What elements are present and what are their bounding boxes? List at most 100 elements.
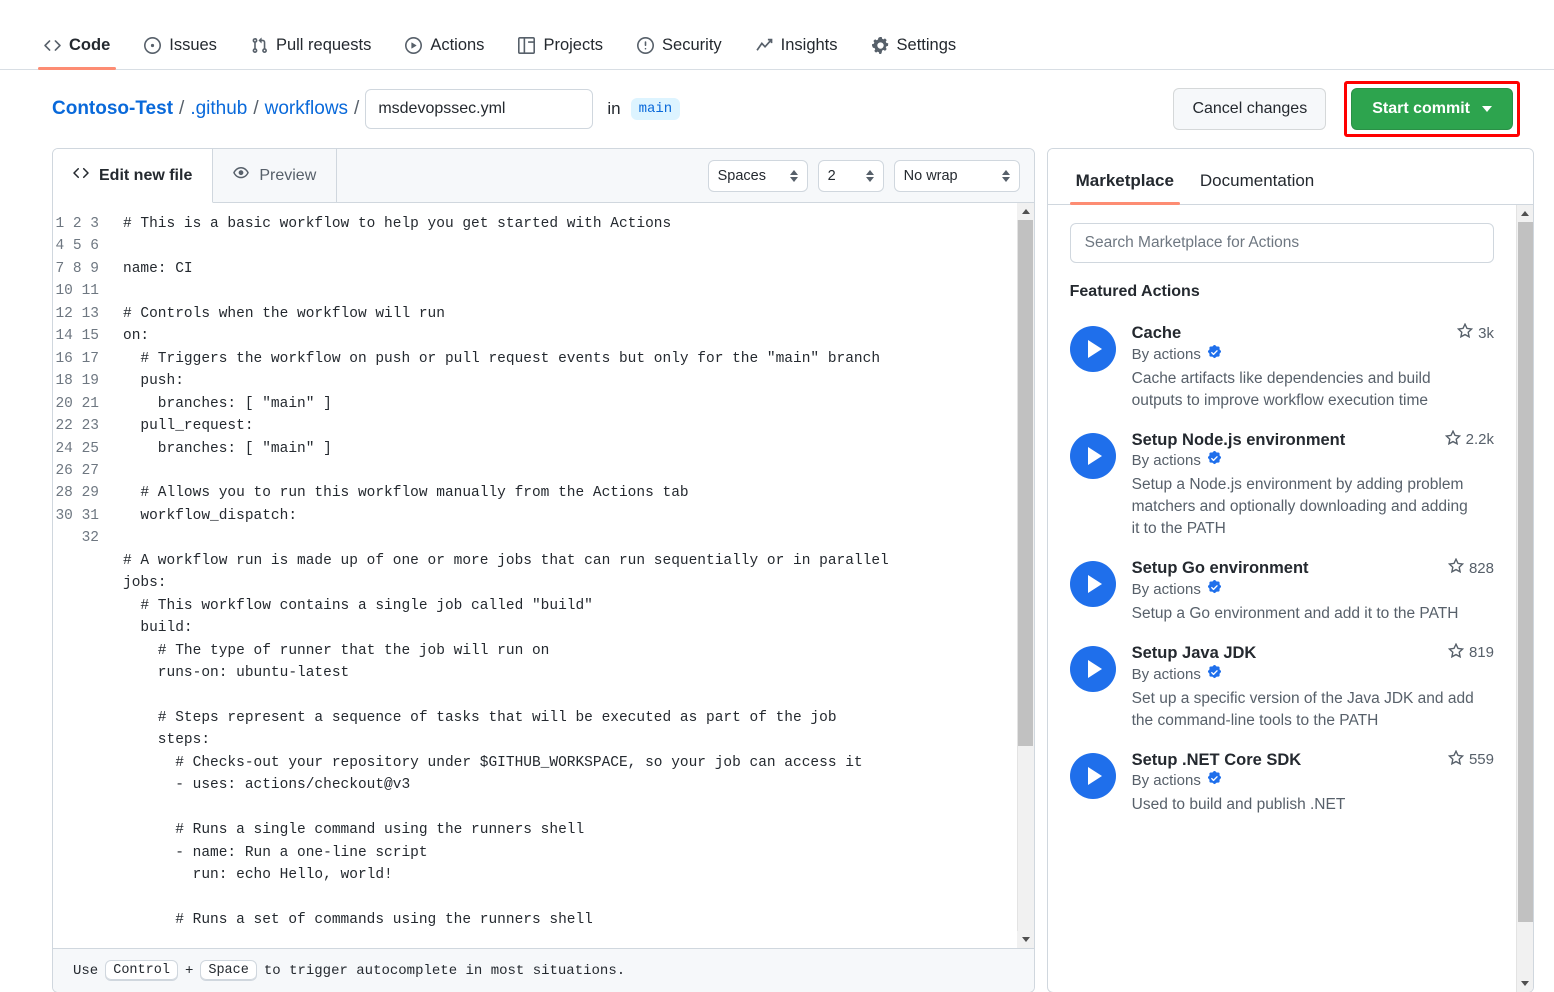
marketplace-action-card[interactable]: Setup Node.js environment2.2kBy actionsS… — [1070, 418, 1494, 547]
cancel-changes-button[interactable]: Cancel changes — [1173, 88, 1326, 130]
scroll-up-arrow-icon[interactable] — [1017, 203, 1034, 220]
editor-vertical-scrollbar[interactable] — [1017, 203, 1034, 948]
code-text[interactable]: # This is a basic workflow to help you g… — [111, 213, 1017, 948]
action-author-label: By actions — [1132, 666, 1201, 683]
action-play-icon — [1070, 326, 1116, 372]
scrollbar-track[interactable] — [1018, 220, 1033, 931]
star-count-label: 828 — [1469, 560, 1494, 577]
marketplace-vertical-scrollbar[interactable] — [1516, 205, 1533, 992]
nav-item-label: Insights — [781, 36, 838, 55]
kbd-control: Control — [105, 960, 178, 981]
chevron-updown-icon — [790, 170, 798, 182]
nav-item-label: Projects — [543, 36, 603, 55]
action-title[interactable]: Setup Node.js environment — [1132, 430, 1437, 451]
side-panel-tab-bar: Marketplace Documentation — [1048, 149, 1533, 205]
nav-item-projects[interactable]: Projects — [508, 36, 613, 69]
scrollbar-thumb[interactable] — [1518, 222, 1533, 922]
nav-item-code[interactable]: Code — [34, 36, 120, 69]
scroll-down-arrow-icon[interactable] — [1017, 931, 1034, 948]
action-title[interactable]: Setup Go environment — [1132, 558, 1440, 579]
tab-label: Documentation — [1200, 171, 1314, 190]
chevron-updown-icon — [1002, 170, 1010, 182]
scroll-up-arrow-icon[interactable] — [1517, 205, 1534, 222]
action-star-count: 2.2k — [1445, 430, 1494, 450]
star-icon — [1445, 430, 1461, 450]
scroll-down-arrow-icon[interactable] — [1517, 975, 1534, 992]
nav-item-label: Issues — [169, 36, 217, 55]
action-description: Set up a specific version of the Java JD… — [1132, 688, 1477, 732]
marketplace-search-input[interactable] — [1070, 223, 1494, 263]
tab-label: Preview — [259, 167, 316, 185]
filename-input[interactable] — [365, 89, 593, 129]
nav-item-pull-requests[interactable]: Pull requests — [241, 36, 381, 69]
git-pull-request-icon — [251, 37, 268, 54]
file-editor-card: Edit new file Preview Spaces 2 No wrap — [52, 148, 1035, 992]
in-label: in — [607, 99, 620, 119]
star-icon — [1448, 750, 1464, 770]
nav-item-label: Security — [662, 36, 722, 55]
tab-preview[interactable]: Preview — [213, 149, 337, 202]
action-star-count: 3k — [1457, 323, 1494, 343]
action-description: Setup a Go environment and add it to the… — [1132, 603, 1477, 625]
nav-item-actions[interactable]: Actions — [395, 36, 494, 69]
action-description: Setup a Node.js environment by adding pr… — [1132, 474, 1477, 540]
chevron-down-icon — [1482, 106, 1492, 112]
marketplace-action-card[interactable]: Setup Go environment828By actionsSetup a… — [1070, 546, 1494, 631]
hint-use-label: Use — [73, 963, 98, 979]
action-play-icon — [1070, 433, 1116, 479]
action-play-icon — [1070, 561, 1116, 607]
main-content: Edit new file Preview Spaces 2 No wrap — [0, 148, 1554, 992]
tab-label: Marketplace — [1076, 171, 1174, 190]
start-commit-button[interactable]: Start commit — [1351, 88, 1513, 130]
star-count-label: 3k — [1478, 325, 1494, 342]
nav-item-security[interactable]: Security — [627, 36, 732, 69]
play-icon — [405, 37, 422, 54]
tab-documentation[interactable]: Documentation — [1194, 171, 1320, 204]
marketplace-action-card[interactable]: Setup Java JDK 819 By actions Set up a spec… — [1070, 631, 1494, 738]
action-author-label: By actions — [1132, 772, 1201, 789]
breadcrumb: Contoso-Test / .github / workflows / — [52, 98, 359, 120]
scrollbar-thumb[interactable] — [1018, 220, 1033, 746]
breadcrumb-repo-link[interactable]: Contoso-Test — [52, 98, 173, 120]
action-author: By actions — [1132, 665, 1494, 684]
wrap-mode-select[interactable]: No wrap — [894, 160, 1020, 192]
action-star-count: 819 — [1448, 643, 1494, 663]
file-path-bar: Contoso-Test / .github / workflows / in … — [0, 70, 1554, 148]
tab-marketplace[interactable]: Marketplace — [1070, 171, 1180, 204]
code-icon — [73, 165, 89, 186]
eye-icon — [233, 165, 249, 186]
editor-tools: Spaces 2 No wrap — [708, 149, 1034, 202]
gear-icon — [872, 37, 889, 54]
verified-badge-icon — [1207, 345, 1222, 364]
nav-item-issues[interactable]: Issues — [134, 36, 227, 69]
editor-tab-bar: Edit new file Preview Spaces 2 No wrap — [53, 149, 1034, 203]
action-star-count: 828 — [1448, 558, 1494, 578]
action-title[interactable]: Setup Java JDK — [1132, 643, 1440, 664]
breadcrumb-folder-github[interactable]: .github — [190, 98, 247, 120]
action-author: By actions — [1132, 771, 1494, 790]
breadcrumb-folder-workflows[interactable]: workflows — [265, 98, 348, 120]
marketplace-action-card[interactable]: Setup .NET Core SDK559By actionsUsed to … — [1070, 738, 1494, 823]
action-star-count: 559 — [1448, 750, 1494, 770]
tab-edit-new-file[interactable]: Edit new file — [53, 149, 213, 203]
chevron-updown-icon — [866, 170, 874, 182]
featured-actions-list: Cache3kBy actionsCache artifacts like de… — [1070, 311, 1494, 822]
indent-mode-select[interactable]: Spaces — [708, 160, 808, 192]
nav-item-settings[interactable]: Settings — [862, 36, 967, 69]
start-commit-highlight: Start commit — [1344, 81, 1520, 137]
indent-mode-value: Spaces — [718, 168, 766, 184]
star-count-label: 559 — [1469, 751, 1494, 768]
scrollbar-track[interactable] — [1518, 222, 1533, 975]
action-author: By actions — [1132, 345, 1494, 364]
code-editor-area[interactable]: 1 2 3 4 5 6 7 8 9 10 11 12 13 14 15 16 1… — [53, 203, 1034, 948]
action-title[interactable]: Setup .NET Core SDK — [1132, 750, 1440, 771]
verified-badge-icon — [1207, 771, 1222, 790]
editor-footer-hint: Use Control + Space to trigger autocompl… — [53, 948, 1034, 992]
nav-item-label: Pull requests — [276, 36, 371, 55]
indent-size-select[interactable]: 2 — [818, 160, 884, 192]
shield-icon — [637, 37, 654, 54]
nav-item-insights[interactable]: Insights — [746, 36, 848, 69]
marketplace-action-card[interactable]: Cache3kBy actionsCache artifacts like de… — [1070, 311, 1494, 418]
action-title[interactable]: Cache — [1132, 323, 1450, 344]
start-commit-label: Start commit — [1372, 100, 1470, 118]
